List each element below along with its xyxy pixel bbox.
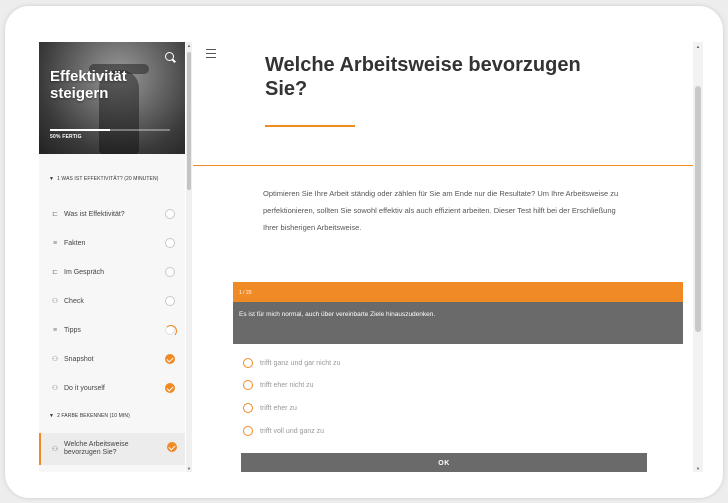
course-title: Effektivität steigern <box>50 68 127 102</box>
people-icon: ⚇ <box>51 446 59 453</box>
status-empty-icon <box>165 209 175 219</box>
sidebar-item-check[interactable]: ⚇ Check <box>39 291 185 311</box>
radio-button[interactable] <box>243 380 253 390</box>
question-text: Es ist für mich normal, auch über verein… <box>233 302 683 344</box>
header-divider <box>193 165 693 166</box>
people-icon: ⚇ <box>51 385 59 392</box>
sidebar-item-fakten[interactable]: ≡ Fakten <box>39 233 185 253</box>
intro-text: Optimieren Sie Ihre Arbeit ständig oder … <box>263 189 619 232</box>
question-counter: 1 / 20 <box>233 282 683 302</box>
tablet-frame: Effektivität steigern 50% FERTIG ▼ 1 WAS… <box>5 6 723 498</box>
video-icon: ⊏ <box>52 211 58 218</box>
section-title: 2 FARBE BEKENNEN (10 MIN) <box>57 413 130 419</box>
sidebar-scrollbar-thumb[interactable] <box>187 52 191 190</box>
scroll-down-arrow-icon[interactable]: ▼ <box>187 466 191 471</box>
answer-label: trifft eher zu <box>260 404 297 412</box>
sidebar-item-label: Tipps <box>64 326 81 334</box>
answer-option[interactable]: trifft ganz und gar nicht zu <box>243 357 340 369</box>
status-done-icon <box>167 442 177 452</box>
collapse-triangle-icon: ▼ <box>49 413 55 419</box>
people-icon: ⚇ <box>51 356 59 363</box>
sidebar-item-snapshot[interactable]: ⚇ Snapshot <box>39 349 185 369</box>
answer-option[interactable]: trifft voll und ganz zu <box>243 425 324 437</box>
main-content: Welche Arbeitsweise bevorzugen Sie? Opti… <box>193 42 703 472</box>
answer-label: trifft voll und ganz zu <box>260 427 325 435</box>
main-scrollbar-thumb[interactable] <box>695 86 701 332</box>
course-progress-label: 50% FERTIG <box>50 134 82 140</box>
status-done-icon <box>165 354 175 364</box>
collapse-triangle-icon: ▼ <box>49 176 55 182</box>
sidebar-item-label: Do it yourself <box>64 384 105 392</box>
sidebar-item-tipps[interactable]: ≡ Tipps <box>39 320 185 340</box>
section-title: 1 WAS IST EFFEKTIVITÄT? (20 MINUTEN) <box>57 176 159 182</box>
radio-button[interactable] <box>243 358 253 368</box>
sidebar-item-do-it-yourself[interactable]: ⚇ Do it yourself <box>39 378 185 398</box>
status-empty-icon <box>165 238 175 248</box>
course-hero: Effektivität steigern 50% FERTIG <box>39 42 185 154</box>
sidebar-item-welche-arbeitsweise[interactable]: ⚇ Welche Arbeitsweise bevorzugen Sie? <box>39 433 185 465</box>
search-icon[interactable] <box>165 52 174 61</box>
scroll-down-arrow-icon[interactable]: ▼ <box>696 466 700 471</box>
answer-option[interactable]: trifft eher nicht zu <box>243 379 314 391</box>
scroll-up-arrow-icon[interactable]: ▲ <box>696 44 700 49</box>
status-partial-icon <box>165 325 177 337</box>
radio-button[interactable] <box>243 403 253 413</box>
hamburger-menu-icon[interactable] <box>206 49 216 60</box>
ok-button[interactable]: OK <box>241 453 647 472</box>
course-progress-bar <box>50 129 170 131</box>
sidebar-item-label: Fakten <box>64 239 86 247</box>
list-icon: ≡ <box>52 326 58 334</box>
answer-label: trifft eher nicht zu <box>260 381 314 389</box>
scroll-up-arrow-icon[interactable]: ▲ <box>187 43 191 48</box>
sidebar-item-label: Check <box>64 297 84 305</box>
status-empty-icon <box>165 267 175 277</box>
screen: Effektivität steigern 50% FERTIG ▼ 1 WAS… <box>39 42 703 472</box>
status-done-icon <box>165 383 175 393</box>
radio-button[interactable] <box>243 426 253 436</box>
answer-option[interactable]: trifft eher zu <box>243 402 297 414</box>
sidebar-item-label: Welche Arbeitsweise bevorzugen Sie? <box>64 441 129 456</box>
course-sidebar: Effektivität steigern 50% FERTIG ▼ 1 WAS… <box>39 42 185 472</box>
sidebar-item-label: Was ist Effektivität? <box>64 210 125 218</box>
answer-label: trifft ganz und gar nicht zu <box>260 359 341 367</box>
course-progress-fill <box>50 129 110 131</box>
title-underline <box>265 125 355 127</box>
video-icon: ⊏ <box>52 269 58 276</box>
status-empty-icon <box>165 296 175 306</box>
section-header-1[interactable]: ▼ 1 WAS IST EFFEKTIVITÄT? (20 MINUTEN) <box>39 176 185 182</box>
people-icon: ⚇ <box>51 298 59 305</box>
sidebar-item-label: Im Gespräch <box>64 268 105 276</box>
sidebar-item-im-gespraech[interactable]: ⊏ Im Gespräch <box>39 262 185 282</box>
list-icon: ≡ <box>52 239 58 247</box>
sidebar-item-was-ist-effektivitaet[interactable]: ⊏ Was ist Effektivität? <box>39 204 185 224</box>
sidebar-item-label: Snapshot <box>64 355 94 363</box>
section-header-2[interactable]: ▼ 2 FARBE BEKENNEN (10 MIN) <box>39 413 185 419</box>
page-title: Welche Arbeitsweise bevorzugen Sie? <box>265 54 581 100</box>
